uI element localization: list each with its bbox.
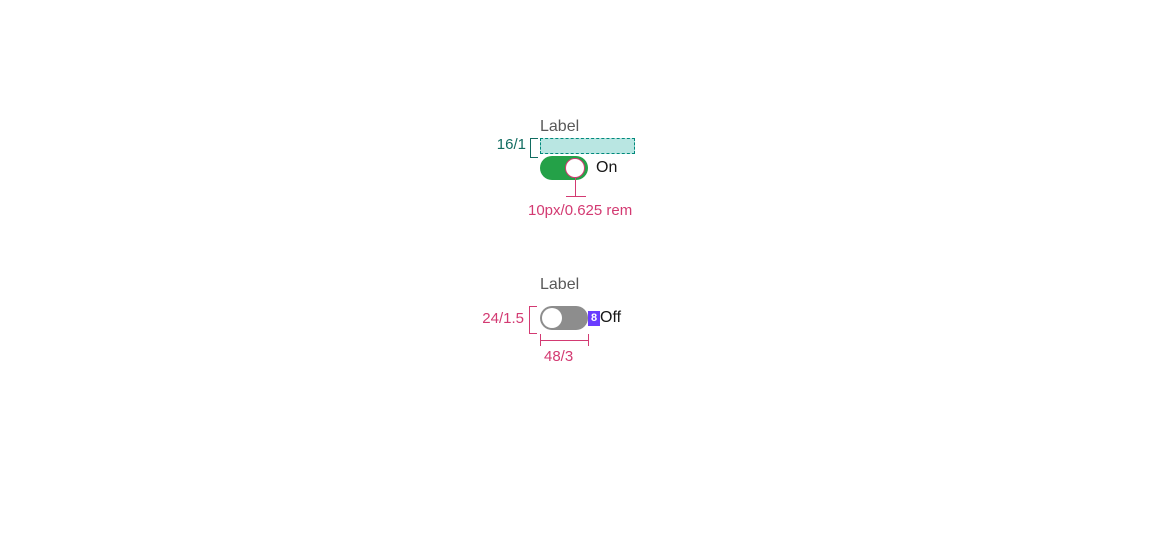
- dimension-line-icon: [540, 340, 588, 341]
- dimension-line-icon: [575, 178, 576, 196]
- toggle-on-state-text: On: [596, 159, 617, 177]
- label-gap-annotation: 16/1: [486, 136, 526, 153]
- state-gap-annotation: 8: [588, 311, 600, 326]
- dimension-bracket-icon: [530, 138, 538, 158]
- dimension-cap-icon: [588, 334, 589, 346]
- label-gap-highlight: [540, 138, 635, 154]
- thumb-radius-annotation: 10px/0.625 rem: [528, 202, 632, 219]
- height-annotation: 24/1.5: [464, 310, 524, 327]
- toggle-off-state-text: Off: [600, 309, 621, 327]
- toggle-off-label: Label: [540, 276, 579, 294]
- toggle-on-thumb[interactable]: [565, 158, 585, 178]
- toggle-on-label: Label: [540, 118, 579, 136]
- dimension-bracket-icon: [529, 306, 537, 334]
- spec-diagram: Label 16/1 On 10px/0.625 rem Label 24/1.…: [0, 0, 1152, 535]
- dimension-line-icon: [566, 196, 586, 197]
- toggle-off-thumb[interactable]: [542, 308, 562, 328]
- width-annotation: 48/3: [544, 348, 573, 365]
